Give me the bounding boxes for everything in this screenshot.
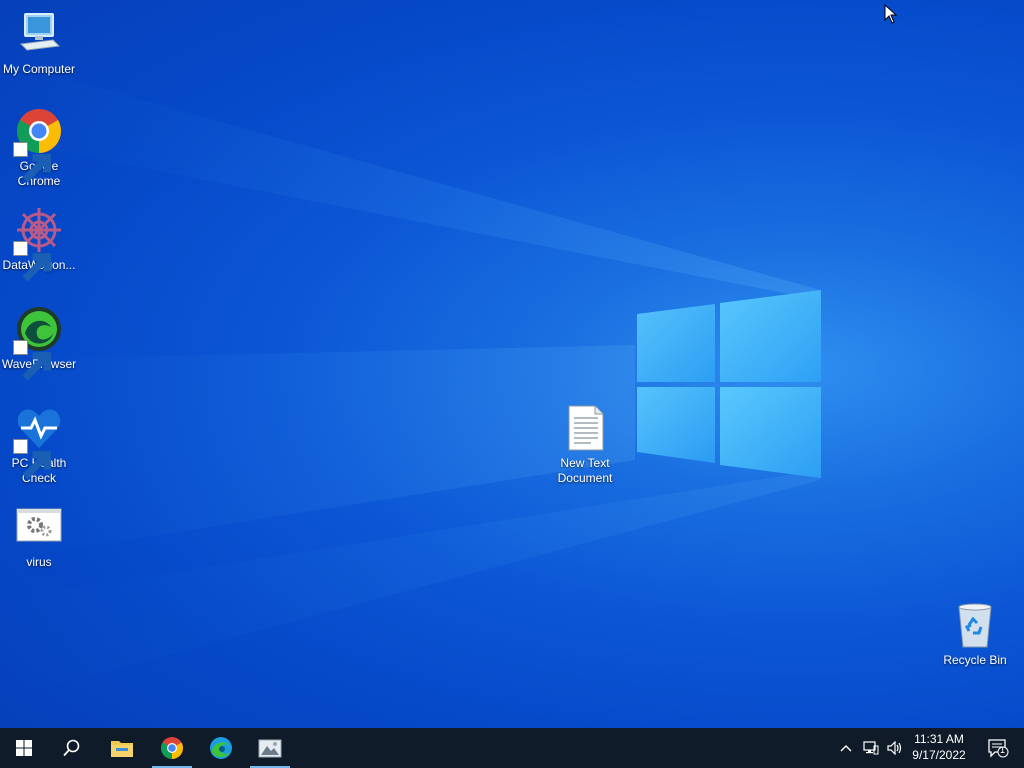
desktop-icon-virus[interactable]: virus (0, 503, 78, 570)
wavebrowser-icon (13, 305, 63, 381)
photos-icon (258, 739, 282, 758)
folder-icon (111, 741, 133, 757)
desktop-icon-datawagon[interactable]: DataWagon... (0, 206, 78, 282)
taskbar-photos[interactable] (246, 728, 294, 768)
action-center-button[interactable]: 1 (978, 728, 1018, 768)
taskbar-file-explorer[interactable] (98, 728, 146, 768)
desktop-icon-new-text-document[interactable]: New Text Document (546, 404, 624, 486)
network-icon (863, 741, 879, 755)
wallpaper-light-beams (0, 60, 821, 700)
taskbar-clock[interactable]: 11:31 AM 9/17/2022 (905, 731, 973, 763)
desktop-icon-recycle-bin[interactable]: Recycle Bin (936, 601, 1014, 668)
tray-volume[interactable] (884, 728, 906, 768)
desktop-icon-label: New Text Document (557, 456, 613, 485)
start-button[interactable] (0, 728, 48, 768)
taskbar-microsoft-edge[interactable] (197, 728, 245, 768)
search-button[interactable] (48, 728, 96, 768)
taskbar-google-chrome[interactable] (148, 728, 196, 768)
windows-logo-wallpaper (637, 290, 821, 478)
computer-icon (15, 10, 63, 58)
windows-start-icon (16, 740, 32, 756)
pc-health-check-icon (13, 404, 63, 480)
desktop-icon-wavebrowser[interactable]: WaveBrowser (0, 305, 78, 381)
desktop-icon-label: My Computer (2, 62, 76, 76)
chevron-up-icon (840, 745, 852, 752)
desktop-icon-my-computer[interactable]: My Computer (0, 10, 78, 77)
shortcut-arrow-icon (13, 340, 51, 381)
chrome-icon (161, 737, 183, 759)
recycle-bin-icon (951, 601, 999, 649)
exe-gear-icon (15, 503, 63, 551)
clock-date: 9/17/2022 (912, 748, 966, 762)
text-document-icon (561, 404, 609, 452)
search-icon (63, 739, 80, 757)
mouse-cursor-icon (884, 4, 898, 24)
shortcut-arrow-icon (13, 241, 51, 282)
desktop-icon-label: Recycle Bin (943, 653, 1007, 667)
shortcut-arrow-icon (13, 142, 51, 183)
taskbar: 11:31 AM 9/17/2022 1 (0, 728, 1024, 768)
edge-icon (210, 737, 232, 759)
desktop-icon-google-chrome[interactable]: Google Chrome (0, 107, 78, 189)
desktop-icon-pc-health-check[interactable]: PC Health Check (0, 404, 78, 486)
clock-time: 11:31 AM (914, 732, 964, 746)
desktop-icon-label: virus (26, 555, 52, 569)
tray-network[interactable] (860, 728, 882, 768)
notification-count-badge: 1 (1000, 745, 1006, 755)
volume-icon (887, 741, 902, 755)
shortcut-arrow-icon (13, 439, 51, 480)
datawagon-icon (13, 206, 63, 282)
chrome-icon (13, 107, 63, 183)
tray-show-hidden-icons[interactable] (836, 728, 856, 768)
notification-icon (988, 739, 1009, 758)
